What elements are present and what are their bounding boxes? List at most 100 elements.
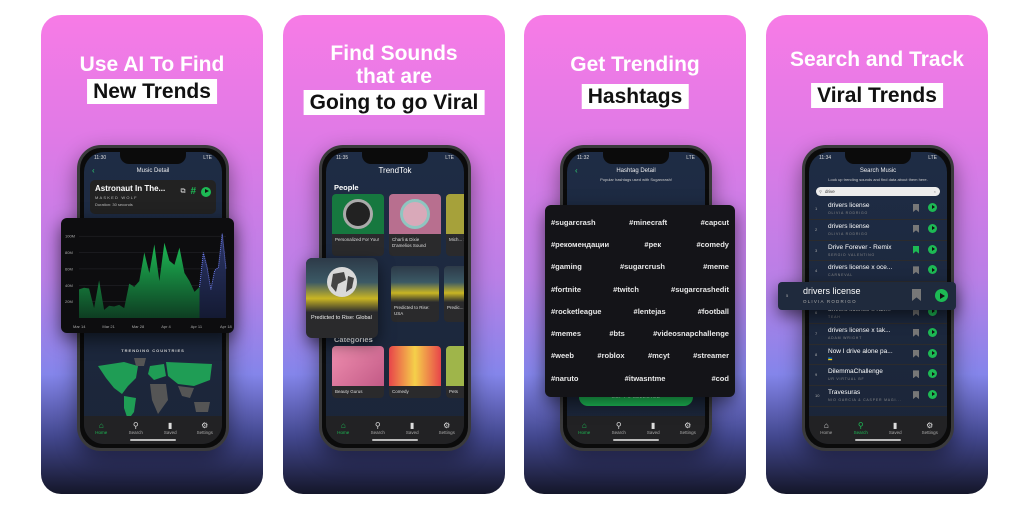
result-artist: SERGIO VALENTINO: [828, 252, 875, 257]
hashtag-chip[interactable]: #рекомендации: [551, 240, 609, 249]
hashtag-chip[interactable]: #football: [698, 307, 729, 316]
tab-label: Home: [578, 430, 591, 435]
category-card[interactable]: Comedy: [389, 346, 441, 398]
back-chevron-icon[interactable]: ‹: [92, 164, 95, 178]
map-north-america: [98, 362, 138, 394]
hashtag-chip[interactable]: #bts: [609, 329, 624, 338]
search-result-row[interactable]: 8 Now I drive alone pa... 🇺🇦: [809, 345, 947, 366]
search-result-row[interactable]: 7 drivers license x tak... ADAM WRIGHT: [809, 324, 947, 345]
bookmark-icon[interactable]: [913, 391, 919, 400]
search-result-row[interactable]: 4 drivers license x oce... CARNEVAL: [809, 261, 947, 283]
search-result-row[interactable]: 1 drivers license OLIVIA RODRIGO: [809, 199, 947, 220]
hashtag-chip[interactable]: #sugarcrashedit: [671, 285, 729, 294]
hashtag-chip[interactable]: #roblox: [597, 351, 624, 360]
hashtag-chip[interactable]: #streamer: [693, 351, 729, 360]
card-thumbnail: [446, 194, 464, 234]
tab-saved[interactable]: ▮ Saved: [155, 421, 185, 435]
hashtag-chip[interactable]: #memes: [551, 329, 581, 338]
hashtag-chip[interactable]: #lentejas: [634, 307, 666, 316]
tab-saved[interactable]: ▮ Saved: [638, 421, 668, 435]
tab-search[interactable]: ⚲ Search: [604, 421, 634, 435]
hashtag-chip[interactable]: #rocketleague: [551, 307, 601, 316]
hashtag-chip[interactable]: #naruto: [551, 374, 579, 383]
hashtag-icon[interactable]: #: [190, 186, 196, 197]
tab-search[interactable]: ⚲ Search: [846, 421, 876, 435]
predicted-global-popout[interactable]: Predicted to Rise: Global: [306, 258, 378, 338]
bookmark-icon[interactable]: [913, 266, 919, 275]
hashtag-chip[interactable]: #sugarcrash: [551, 218, 596, 227]
bookmark-icon[interactable]: [913, 245, 919, 254]
result-number: 7: [815, 330, 818, 336]
hashtag-chip[interactable]: #cod: [711, 374, 729, 383]
highlighted-result-popout[interactable]: 5 drivers license OLIVIA RODRIGO: [778, 282, 956, 310]
people-row: Personalized For You! Charli & Dixie D'a…: [332, 194, 464, 256]
hashtag-chip[interactable]: #mcyt: [648, 351, 670, 360]
tab-home[interactable]: ⌂ Home: [86, 421, 116, 435]
play-icon[interactable]: [928, 390, 937, 400]
tab-settings[interactable]: ⚙ Settings: [190, 421, 220, 435]
tab-home[interactable]: ⌂ Home: [811, 421, 841, 435]
search-result-row[interactable]: 2 drivers license OLIVIA RODRIGO: [809, 220, 947, 241]
hashtag-chip[interactable]: #comedy: [696, 240, 729, 249]
play-icon[interactable]: [928, 265, 937, 275]
tab-home[interactable]: ⌂ Home: [328, 421, 358, 435]
tab-search[interactable]: ⚲ Search: [363, 421, 393, 435]
bookmark-icon[interactable]: [912, 289, 921, 301]
avatar-photo: [400, 199, 430, 229]
play-icon[interactable]: [935, 289, 948, 302]
external-link-icon[interactable]: ⧉: [180, 188, 185, 196]
promo-panel-hashtags: Get Trending Hashtags 11:32 LTE ‹ Hashtag…: [524, 15, 746, 494]
hashtag-chip[interactable]: #minecraft: [629, 218, 667, 227]
search-result-row[interactable]: 3 Drive Forever - Remix SERGIO VALENTINO: [809, 241, 947, 262]
world-map: [98, 358, 212, 420]
hashtag-chip[interactable]: #fortnite: [551, 285, 581, 294]
play-icon[interactable]: [928, 369, 937, 379]
result-title: Drive Forever - Remix: [828, 243, 892, 251]
bookmark-icon[interactable]: [913, 370, 919, 379]
hashtag-chip[interactable]: #twitch: [613, 285, 639, 294]
category-card[interactable]: Beauty Gurus: [332, 346, 384, 398]
song-duration: Duration: 30 seconds: [95, 202, 133, 207]
hashtag-chip[interactable]: #sugarcrush: [620, 262, 665, 271]
people-card[interactable]: Personalized For You!: [332, 194, 384, 256]
play-icon[interactable]: [928, 244, 937, 254]
predicted-card[interactable]: Predic... Rise: U...: [444, 266, 464, 322]
result-number: 9: [815, 372, 818, 378]
hashtag-row: #sugarcrash #minecraft #capcut: [551, 211, 729, 233]
hashtag-chip[interactable]: #weeb: [551, 351, 574, 360]
search-input[interactable]: ⚲ drive ×: [816, 187, 940, 196]
bookmark-icon[interactable]: [913, 328, 919, 337]
people-card[interactable]: Charli & Dixie D'amelios Sound: [389, 194, 441, 256]
tab-settings[interactable]: ⚙ Settings: [432, 421, 462, 435]
hashtag-chip[interactable]: #meme: [703, 262, 729, 271]
back-chevron-icon[interactable]: ‹: [575, 164, 578, 178]
search-result-row[interactable]: 9 DilemmaChallenge UR VIRTUAL BF: [809, 365, 947, 387]
hashtag-chip[interactable]: #itwasntme: [625, 374, 666, 383]
bookmark-icon[interactable]: [913, 204, 919, 212]
clear-icon[interactable]: ×: [934, 187, 936, 196]
tab-search[interactable]: ⚲ Search: [121, 421, 151, 435]
hashtag-row: #fortnite #twitch #sugarcrashedit: [551, 278, 729, 300]
panel-headline-line2: that are: [356, 65, 432, 88]
search-result-row[interactable]: 10 Travesuras NIO GARCIA & CASPER MAGI...: [809, 386, 947, 407]
people-card[interactable]: Mich... Soun...: [446, 194, 464, 256]
tab-saved[interactable]: ▮ Saved: [880, 421, 910, 435]
category-card[interactable]: Pets: [446, 346, 464, 398]
predicted-card[interactable]: Predicted to Rise: USA: [391, 266, 439, 322]
hashtag-chip[interactable]: #gaming: [551, 262, 582, 271]
result-number: 6: [815, 309, 818, 315]
tab-settings[interactable]: ⚙ Settings: [915, 421, 945, 435]
tab-saved[interactable]: ▮ Saved: [397, 421, 427, 435]
hashtag-chip[interactable]: #capcut: [701, 218, 729, 227]
play-icon[interactable]: [201, 186, 211, 197]
play-icon[interactable]: [928, 223, 937, 233]
bookmark-icon[interactable]: [913, 349, 919, 358]
play-icon[interactable]: [928, 348, 937, 358]
play-icon[interactable]: [928, 327, 937, 337]
play-icon[interactable]: [928, 203, 937, 212]
bookmark-icon[interactable]: [913, 224, 919, 233]
tab-settings[interactable]: ⚙ Settings: [673, 421, 703, 435]
tab-home[interactable]: ⌂ Home: [569, 421, 599, 435]
hashtag-chip[interactable]: #videosnapchallenge: [653, 329, 729, 338]
hashtag-chip[interactable]: #рек: [644, 240, 661, 249]
